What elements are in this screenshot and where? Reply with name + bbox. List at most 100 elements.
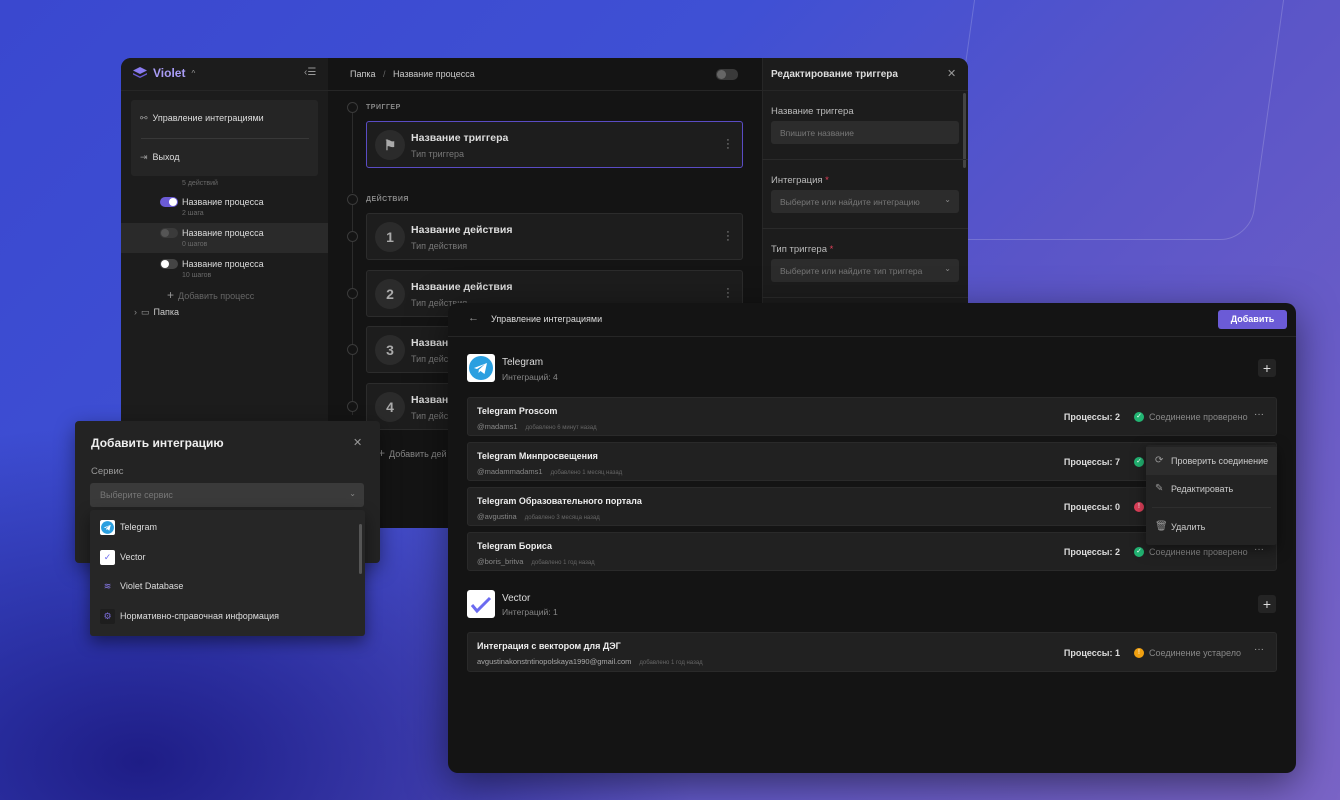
timeline-dot <box>347 288 358 299</box>
warning-circle-icon: ! <box>1134 648 1144 658</box>
back-arrow-icon[interactable]: ← <box>468 312 479 324</box>
breadcrumb-process: Название процесса <box>393 69 475 79</box>
window-title: Управление интеграциями <box>491 314 603 324</box>
trigger-name-input[interactable]: Впишите название <box>771 121 959 144</box>
app-name: Violet <box>153 66 186 80</box>
service-label: Сервис <box>91 466 124 477</box>
process-toggle-off[interactable] <box>160 259 178 269</box>
menu-delete[interactable]: 🗑 Удалить <box>1146 513 1277 541</box>
section-label-trigger: ТРИГГЕР <box>366 104 401 111</box>
integration-row[interactable]: Telegram Proscom @madams1 добавлено 6 мин… <box>467 397 1277 436</box>
process-toggle-disabled[interactable] <box>160 228 178 238</box>
menu-item-logout[interactable]: ⇥ Выход <box>140 152 179 163</box>
option-violet-database[interactable]: ≋ Violet Database <box>100 579 184 594</box>
vector-logo-icon <box>467 590 495 618</box>
breadcrumb: Папка / Название процесса <box>350 69 475 79</box>
check-circle-icon: ✓ <box>1134 412 1144 422</box>
process-item[interactable]: Название процесса 10 шагов <box>121 254 328 284</box>
panel-scrollbar[interactable] <box>963 93 966 168</box>
service-select[interactable]: Выберите сервис ⌄ <box>90 483 364 507</box>
service-count: Интеграций: 4 <box>502 372 558 382</box>
timeline-dot <box>347 344 358 355</box>
folder-item[interactable]: › ▭ Папка <box>134 307 179 318</box>
process-active-toggle[interactable] <box>716 69 738 80</box>
menu-check-connection[interactable]: ⟳ Проверить соединение <box>1146 447 1277 475</box>
more-icon[interactable]: ··· <box>726 135 730 154</box>
menu-edit[interactable]: ✎ Редактировать <box>1146 475 1277 503</box>
service-name: Telegram <box>502 357 544 368</box>
add-action-button[interactable]: + Добавить дей <box>378 446 447 460</box>
chevron-down-icon: ⌄ <box>944 264 951 273</box>
trigger-type-select[interactable]: Выберите или найдите тип триггера ⌄ <box>771 259 959 282</box>
menu-item-integrations[interactable]: ⚯ Управление интеграциями <box>140 113 264 124</box>
action-card[interactable]: 1 Название действия Тип действия · · · <box>366 213 743 260</box>
menu-divider <box>1152 507 1271 508</box>
trigger-name-label: Название триггера <box>771 106 854 117</box>
gear-icon: ⚙ <box>100 609 115 624</box>
timeline-dot <box>347 194 358 205</box>
process-toggle-on[interactable] <box>160 197 178 207</box>
panel-title: Редактирование триггера <box>771 69 898 80</box>
telegram-logo-icon <box>467 354 495 382</box>
check-circle-icon: ✓ <box>1134 547 1144 557</box>
telegram-logo-icon <box>100 520 115 535</box>
folder-icon: ▭ <box>141 307 150 317</box>
integration-row[interactable]: Интеграция с вектором для ДЭГ avgustinak… <box>467 632 1277 672</box>
chevron-up-icon: ^ <box>191 68 196 78</box>
logout-icon: ⇥ <box>140 152 148 162</box>
close-icon[interactable]: ✕ <box>353 436 362 449</box>
error-circle-icon: ! <box>1134 502 1144 512</box>
divider <box>762 228 968 229</box>
dialog-title: Добавить интеграцию <box>91 436 224 450</box>
flag-icon: ⚑ <box>375 130 405 160</box>
service-name: Vector <box>502 593 531 604</box>
background-decoration <box>940 0 1290 240</box>
integration-label: Интеграция * <box>771 175 829 186</box>
service-dropdown: Telegram ✓ Vector ≋ Violet Database ⚙ Норма… <box>90 510 365 636</box>
timeline-line <box>352 113 353 193</box>
check-circle-icon: ✓ <box>1134 457 1144 467</box>
integrations-icon: ⚯ <box>140 113 148 123</box>
integration-select[interactable]: Выберите или найдите интеграцию ⌄ <box>771 190 959 213</box>
process-meta: 5 действий <box>182 180 218 187</box>
violet-logo-icon <box>133 67 147 78</box>
chevron-right-icon: › <box>134 307 137 317</box>
option-telegram[interactable]: Telegram <box>100 520 157 535</box>
dropdown-scrollbar[interactable] <box>359 524 362 574</box>
header-divider <box>448 336 1296 337</box>
chevron-down-icon: ⌄ <box>349 489 356 498</box>
violet-logo-icon: ≋ <box>103 581 112 591</box>
add-button[interactable]: Добавить <box>1218 310 1287 329</box>
header-divider <box>121 90 968 91</box>
more-icon[interactable]: ··· <box>726 227 730 246</box>
more-icon[interactable]: ··· <box>1254 544 1264 555</box>
plus-icon: + <box>167 288 175 302</box>
trigger-type-label: Тип триггера * <box>771 244 834 255</box>
sidebar-popup-menu: ⚯ Управление интеграциями ⇥ Выход <box>131 100 318 176</box>
app-switcher[interactable]: Violet ^ <box>133 66 195 80</box>
row-context-menu: ⟳ Проверить соединение ✎ Редактировать 🗑 Уд… <box>1146 445 1277 545</box>
section-label-actions: ДЕЙСТВИЯ <box>366 196 409 203</box>
divider <box>762 159 968 160</box>
option-vector[interactable]: ✓ Vector <box>100 550 146 565</box>
add-telegram-integration-button[interactable]: + <box>1258 359 1276 377</box>
more-icon[interactable]: ··· <box>1254 409 1264 420</box>
chevron-down-icon: ⌄ <box>944 195 951 204</box>
breadcrumb-folder[interactable]: Папка <box>350 69 376 79</box>
timeline-dot <box>347 231 358 242</box>
refresh-icon: ⟳ <box>1155 455 1164 466</box>
menu-divider <box>141 138 309 139</box>
close-icon[interactable]: ✕ <box>947 67 956 80</box>
add-vector-integration-button[interactable]: + <box>1258 595 1276 613</box>
more-icon[interactable]: ··· <box>1254 644 1264 655</box>
option-reference-info[interactable]: ⚙ Нормативно-справочная информация <box>100 609 279 624</box>
service-count: Интеграций: 1 <box>502 607 558 617</box>
collapse-sidebar-icon[interactable]: ‹☰ <box>304 67 316 78</box>
more-icon[interactable]: ··· <box>726 284 730 303</box>
add-process-button[interactable]: + Добавить процесс <box>167 288 254 302</box>
timeline-dot <box>347 102 358 113</box>
process-item-selected[interactable]: Название процесса 0 шагов <box>121 223 328 253</box>
trigger-card[interactable]: ⚑ Название триггера Тип триггера · · · <box>366 121 743 168</box>
process-item[interactable]: Название процесса 2 шага <box>121 192 328 222</box>
divider <box>762 297 968 298</box>
